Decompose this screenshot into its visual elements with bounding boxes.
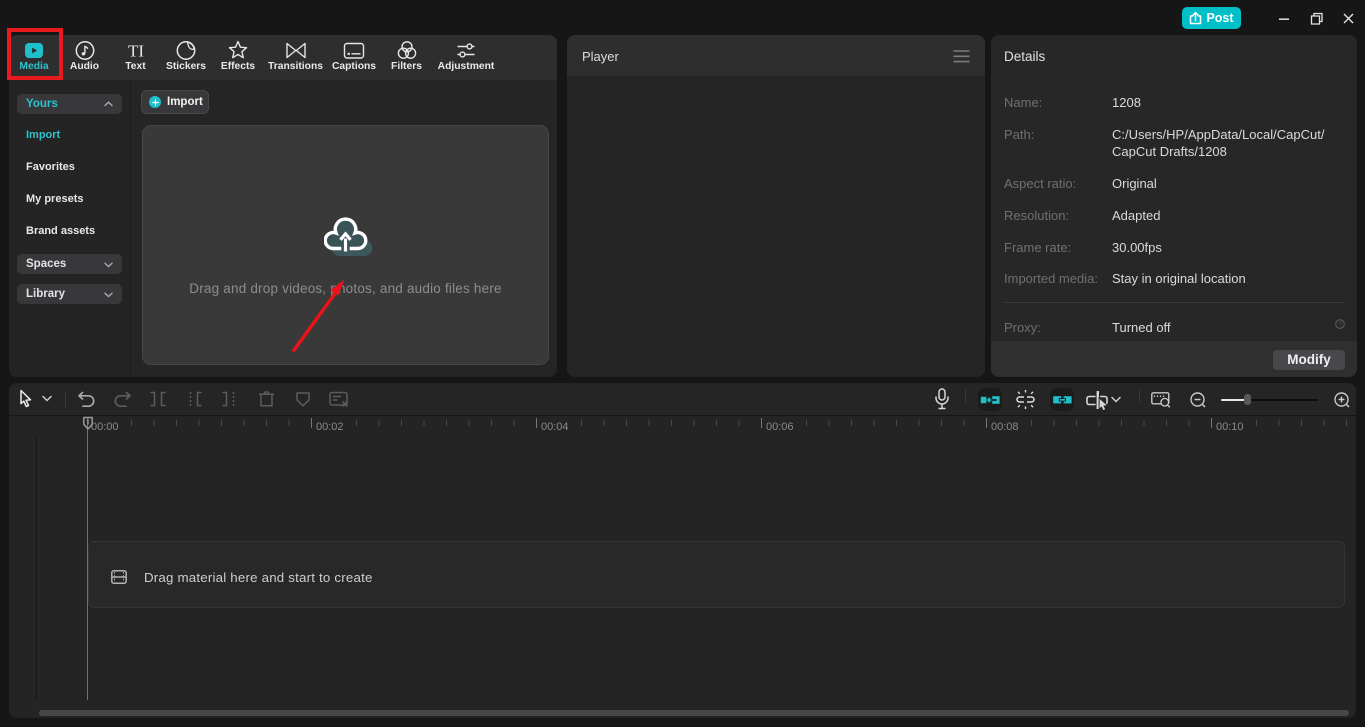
svg-text:TI: TI (127, 42, 143, 61)
svg-text:00:00: 00:00 (91, 421, 119, 433)
svg-text:00:06: 00:06 (766, 421, 794, 433)
svg-text:?: ? (1338, 321, 1342, 328)
svg-text:00:04: 00:04 (541, 421, 569, 433)
svg-text:00:08: 00:08 (991, 421, 1019, 433)
svg-text:00:02: 00:02 (316, 421, 344, 433)
svg-text:00:10: 00:10 (1216, 421, 1244, 433)
